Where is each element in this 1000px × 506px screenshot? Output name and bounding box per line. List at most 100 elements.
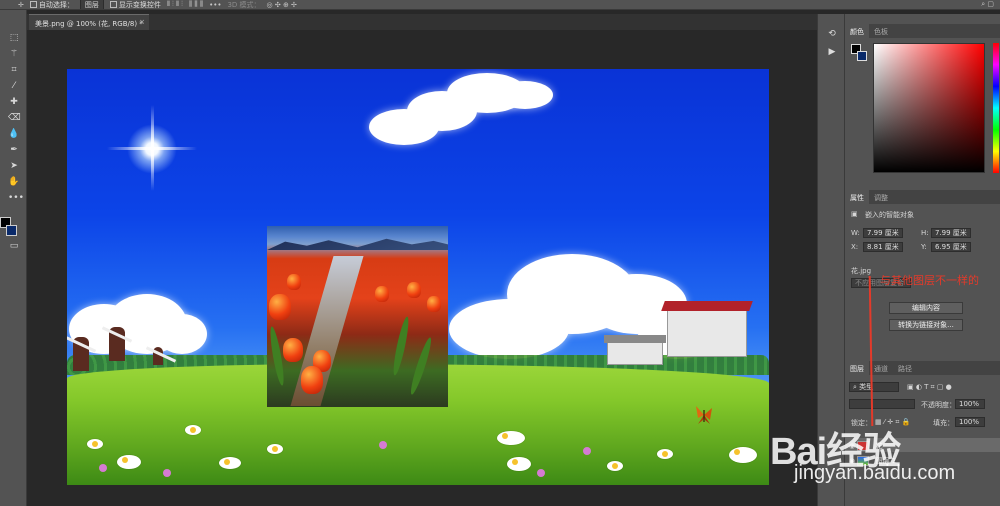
house-roof	[604, 335, 666, 343]
purple-flower	[379, 441, 387, 449]
layers-panel-tabs: 图层 通道 路径	[845, 361, 1000, 375]
magic-wand-icon[interactable]: ⚚	[8, 48, 20, 60]
house	[607, 341, 663, 365]
search-icon[interactable]: ⌕ ▢	[981, 0, 994, 9]
smart-object-icon: ▣	[851, 210, 858, 218]
path-select-icon[interactable]: ➤	[8, 160, 20, 172]
eyedropper-icon[interactable]: ⁄	[8, 80, 20, 92]
tulip-flower	[407, 282, 421, 298]
daisy	[185, 425, 201, 435]
play-action-icon[interactable]: ▶	[826, 46, 838, 58]
color-picker-field[interactable]	[873, 43, 985, 173]
tab-layers[interactable]: 图层	[845, 361, 869, 375]
daisy	[507, 457, 531, 471]
move-tool-icon[interactable]: ✛	[18, 1, 24, 9]
background-color-swatch[interactable]	[857, 51, 867, 61]
eraser-icon[interactable]: ⌫	[8, 112, 21, 124]
tab-color[interactable]: 颜色	[845, 24, 869, 38]
show-transform-checkbox[interactable]: 显示变换控件	[109, 0, 161, 9]
auto-select-dropdown[interactable]: 图层	[79, 0, 104, 9]
x-field[interactable]: 8.81 厘米	[863, 242, 903, 252]
daisy	[267, 444, 283, 454]
house-roof	[661, 301, 753, 311]
annotation-text: 与其他图层不一样的	[880, 274, 979, 287]
hue-slider[interactable]	[993, 43, 999, 173]
3d-tools-icons[interactable]: ◎ ✣ ⊕ ✢	[267, 1, 297, 9]
purple-flower	[99, 464, 107, 472]
tab-adjustments[interactable]: 调整	[869, 190, 893, 204]
daisy	[657, 449, 673, 459]
windmill	[73, 337, 89, 371]
file-name: 花.jpg	[851, 267, 872, 275]
smart-object-label: 嵌入的智能对象	[865, 211, 914, 219]
color-panel-tabs: 颜色 色板	[845, 24, 1000, 38]
properties-panel-tabs: 属性 调整	[845, 190, 1000, 204]
daisy	[607, 461, 623, 471]
options-bar: ✛ 自动选择： 图层 显示变换控件 ⫴ ⫶ ⫴ ⫶ ⫼ ⫼ ⫼ ••• 3D 模…	[0, 0, 1000, 10]
screen-mode-icon[interactable]: ▭	[8, 240, 20, 252]
tulip-leaf	[407, 336, 435, 396]
windmill	[153, 347, 163, 365]
checkbox-icon	[29, 1, 37, 8]
daisy	[729, 447, 757, 463]
layer-kind-filter[interactable]: ⌕ 类型	[849, 382, 899, 392]
cloud	[157, 314, 207, 354]
edit-contents-button[interactable]: 编辑内容	[889, 302, 963, 314]
house	[667, 309, 747, 357]
x-label: X:	[851, 243, 859, 251]
marquee-tool-icon[interactable]: ⬚	[8, 32, 20, 44]
tulip-leaf	[390, 315, 412, 377]
h-label: H:	[921, 229, 929, 237]
tulip-flower	[427, 296, 441, 312]
w-label: W:	[851, 229, 860, 237]
tab-channels[interactable]: 通道	[869, 361, 893, 375]
auto-select-label: 自动选择：	[38, 0, 74, 9]
align-buttons[interactable]: ⫴ ⫶ ⫴ ⫶	[167, 0, 183, 9]
history-icon[interactable]: ⟲	[826, 28, 838, 40]
watermark-url: jingyan.baidu.com	[794, 462, 956, 484]
y-label: Y:	[921, 243, 927, 251]
distribute-buttons[interactable]: ⫼ ⫼ ⫼	[189, 0, 203, 9]
purple-flower	[537, 469, 545, 477]
tab-swatches[interactable]: 色板	[869, 24, 893, 38]
more-tools-icon[interactable]: •••	[8, 192, 24, 204]
tools-panel: ⬚ ⚚ ⌗ ⁄ ✚ ⌫ 💧 ✒ ➤ ✋ ••• ▭	[0, 10, 27, 506]
close-icon[interactable]: ×	[139, 18, 145, 26]
document-tab[interactable]: 美景.png @ 100% (花, RGB/8) * ×	[29, 14, 149, 30]
show-transform-label: 显示变换控件	[118, 0, 161, 9]
background-color-swatch[interactable]	[6, 225, 17, 236]
sun-ray	[151, 105, 154, 191]
blur-tool-icon[interactable]: 💧	[8, 128, 20, 140]
more-options-icon[interactable]: •••	[209, 1, 221, 9]
butterfly	[696, 406, 712, 424]
width-field[interactable]: 7.99 厘米	[863, 228, 903, 238]
tulip-flower	[283, 338, 303, 362]
healing-brush-icon[interactable]: ✚	[8, 96, 20, 108]
tab-properties[interactable]: 属性	[845, 190, 869, 204]
y-field[interactable]: 6.95 厘米	[931, 242, 971, 252]
mountains	[267, 238, 448, 250]
daisy	[219, 457, 241, 469]
auto-select-checkbox[interactable]: 自动选择：	[29, 0, 74, 9]
hand-tool-icon[interactable]: ✋	[8, 176, 20, 188]
daisy	[497, 431, 525, 445]
tulip-flower	[375, 286, 389, 302]
crop-tool-icon[interactable]: ⌗	[8, 64, 20, 76]
convert-to-linked-button[interactable]: 转换为链接对象...	[889, 319, 963, 331]
tab-paths[interactable]: 路径	[893, 361, 917, 375]
pen-tool-icon[interactable]: ✒	[8, 144, 20, 156]
cloud	[497, 81, 553, 109]
mode-3d-label: 3D 模式：	[227, 0, 261, 9]
tulip-smart-object-layer[interactable]	[267, 226, 448, 407]
height-field[interactable]: 7.99 厘米	[931, 228, 971, 238]
tulip-flower	[287, 274, 301, 290]
daisy	[87, 439, 103, 449]
purple-flower	[583, 447, 591, 455]
layer-filter-icons[interactable]: ▣ ◐ T ⌗ ▢ ●	[907, 383, 952, 392]
purple-flower	[163, 469, 171, 477]
tulip-flower	[301, 366, 323, 394]
document-tab-title: 美景.png @ 100% (花, RGB/8) *	[35, 20, 143, 28]
tulip-flower	[269, 294, 291, 320]
daisy	[117, 455, 141, 469]
windmill	[109, 327, 125, 361]
